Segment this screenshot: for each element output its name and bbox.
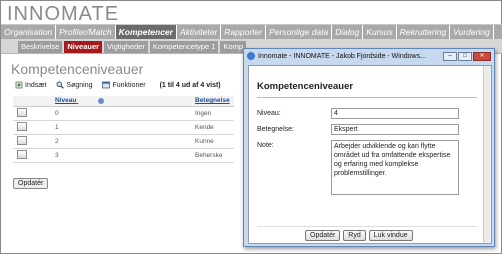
popup-content: Kompetenceniveauer Niveau: 4 Betegnelse:…: [248, 65, 492, 244]
divider: [257, 97, 477, 98]
search-button[interactable]: Søgning: [56, 81, 92, 89]
search-label: Søgning: [66, 81, 93, 89]
cell-niveau: 2: [51, 134, 191, 149]
cell-niveau: 0: [51, 106, 191, 121]
subnav-item-beskrivelse[interactable]: Beskrivelse: [18, 41, 63, 53]
column-niveau-label: Niveau: [55, 97, 77, 105]
search-icon: [56, 81, 65, 89]
nav-item-dialog[interactable]: Dialog: [332, 25, 364, 40]
table-row[interactable]: 3 Beherske: [13, 148, 234, 163]
edit-row-icon[interactable]: [17, 135, 27, 145]
functions-button[interactable]: Funktioner: [102, 81, 146, 89]
nav-item-rapporter[interactable]: Rapporter: [221, 25, 267, 40]
page-title: Kompetenceniveauer: [11, 61, 144, 77]
popup-close-button[interactable]: Luk vindue: [368, 230, 413, 241]
subnav-item-niveauer[interactable]: Niveauer: [64, 41, 103, 53]
table-row[interactable]: 2 Kunne: [13, 134, 234, 149]
table-row[interactable]: 0 Ingen: [13, 106, 234, 121]
cell-betegnelse: Kunne: [191, 134, 234, 149]
cell-betegnelse: Kende: [191, 120, 234, 135]
subnav-item-vigtigheder[interactable]: Vigtigheder: [104, 41, 148, 53]
cell-betegnelse: Beherske: [191, 148, 234, 163]
nav-item-profiler-match[interactable]: Profiler/Match: [56, 25, 116, 40]
edit-row-icon[interactable]: [17, 149, 27, 159]
popup-scrollbar[interactable]: [483, 66, 491, 243]
app-logo: INNOMATE: [7, 3, 120, 25]
browser-favicon-icon: [247, 52, 255, 60]
insert-label: Indsæt: [25, 81, 47, 89]
niveau-label: Niveau:: [257, 110, 281, 117]
popup-button-row: Opdatér Ryd Luk vindue: [305, 230, 413, 241]
cell-niveau: 3: [51, 148, 191, 163]
popup-clear-button[interactable]: Ryd: [343, 230, 366, 241]
nav-item-vurdering[interactable]: Vurdering: [450, 25, 494, 40]
cell-niveau: 1: [51, 120, 191, 135]
pager-text: (1 til 4 ud af 4 vist): [159, 81, 221, 89]
column-header-betegnelse[interactable]: Betegnelse: [191, 96, 234, 107]
table-header-row: Niveau Betegnelse: [13, 96, 234, 107]
edit-column-header: [13, 96, 51, 107]
maximize-icon[interactable]: □: [458, 51, 472, 61]
popup-titlebar[interactable]: Innomate - INNOMATE - Jakob Fjordside - …: [244, 49, 494, 63]
levels-table: Niveau Betegnelse 0 Ingen 1 Kende 2 Kunn…: [13, 96, 234, 163]
edit-row-icon[interactable]: [17, 107, 27, 117]
sort-icon[interactable]: [98, 97, 105, 104]
main-nav: Organisation Profiler/Match Kompetencer …: [1, 24, 502, 40]
subnav-item-kompetencetype-1[interactable]: Kompetencetype 1: [149, 41, 219, 53]
minimize-icon[interactable]: –: [443, 51, 457, 61]
close-icon[interactable]: ✕: [473, 51, 491, 61]
nav-item-personlige-data[interactable]: Personlige data: [266, 25, 333, 40]
cell-betegnelse: Ingen: [191, 106, 234, 121]
popup-window-title: Innomate - INNOMATE - Jakob Fjordside - …: [258, 52, 426, 60]
nav-item-aktiviteter[interactable]: Aktiviteter: [177, 25, 222, 40]
nav-item-kursus[interactable]: Kursus: [363, 25, 397, 40]
update-button[interactable]: Opdatér: [13, 178, 49, 189]
note-field[interactable]: Arbejder udviklende og kan flytte område…: [331, 140, 459, 195]
column-header-niveau[interactable]: Niveau: [51, 96, 191, 107]
insert-button[interactable]: Indsæt: [15, 81, 46, 89]
niveau-field[interactable]: 4: [331, 108, 459, 119]
divider: [257, 226, 477, 227]
table-row[interactable]: 1 Kende: [13, 120, 234, 135]
edit-row-icon[interactable]: [17, 121, 27, 131]
functions-label: Funktioner: [112, 81, 146, 89]
insert-icon: [15, 81, 23, 89]
note-label: Note:: [257, 142, 274, 149]
betegnelse-field[interactable]: Ekspert: [331, 124, 459, 135]
popup-update-button[interactable]: Opdatér: [305, 230, 341, 241]
popup-window: Innomate - INNOMATE - Jakob Fjordside - …: [243, 48, 495, 247]
nav-item-rekruttering[interactable]: Rekruttering: [397, 25, 451, 40]
toolbar: Indsæt Søgning Funktioner (1 til 4 ud af…: [15, 81, 221, 89]
functions-icon: [102, 81, 111, 89]
popup-heading: Kompetenceniveauer: [257, 81, 354, 92]
window-controls: – □ ✕: [443, 51, 491, 61]
betegnelse-label: Betegnelse:: [257, 126, 294, 133]
nav-item-organisation[interactable]: Organisation: [1, 25, 57, 40]
nav-item-kompetencer[interactable]: Kompetencer: [115, 25, 177, 40]
